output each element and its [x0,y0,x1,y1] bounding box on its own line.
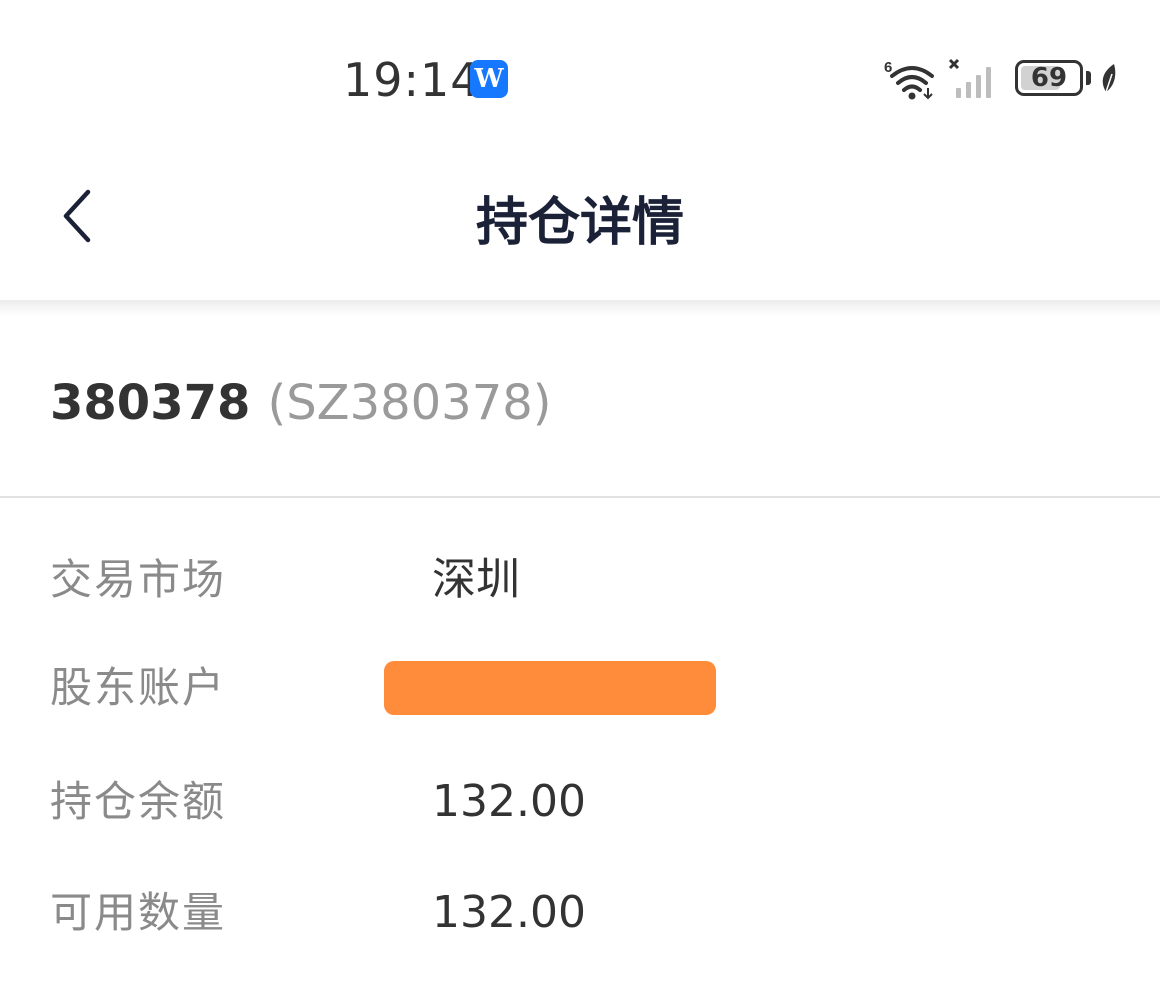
navigation-bar: 持仓详情 [0,150,1160,300]
market-value: 深圳 [432,554,520,605]
detail-row-available-quantity: 可用数量 132.00 [0,878,1160,948]
available-quantity-value: 132.00 [432,887,586,938]
shareholder-account-label: 股东账户 [50,663,227,712]
available-quantity-label: 可用数量 [50,888,227,937]
leaf-icon [1102,64,1116,93]
page-title: 持仓详情 [475,193,684,253]
battery-icon: 69 [1015,60,1083,96]
stock-code: 380378 [50,375,251,431]
stock-header: 380378 (SZ380378) [50,368,552,438]
shareholder-account-redacted [384,661,716,715]
divider [0,496,1160,498]
battery-level: 69 [1030,63,1068,93]
wifi-badge: 6 [884,59,892,76]
stock-full-code: (SZ380378) [267,375,552,431]
signal-icon [948,58,991,98]
detail-row-market: 交易市场 深圳 [0,545,1160,615]
wifi-icon: 6 [884,59,934,100]
status-time: 19:14 [343,53,481,107]
detail-row-position-balance: 持仓余额 132.00 [0,767,1160,837]
status-bar: 19:14 W 6 69 [0,0,1160,150]
nav-shadow [0,300,1160,316]
position-balance-label: 持仓余额 [50,777,227,826]
position-balance-value: 132.00 [432,776,586,827]
battery-tip [1086,71,1091,85]
market-label: 交易市场 [50,555,227,604]
app-notification-icon: W [470,60,508,98]
detail-row-shareholder-account: 股东账户 [0,653,1160,723]
